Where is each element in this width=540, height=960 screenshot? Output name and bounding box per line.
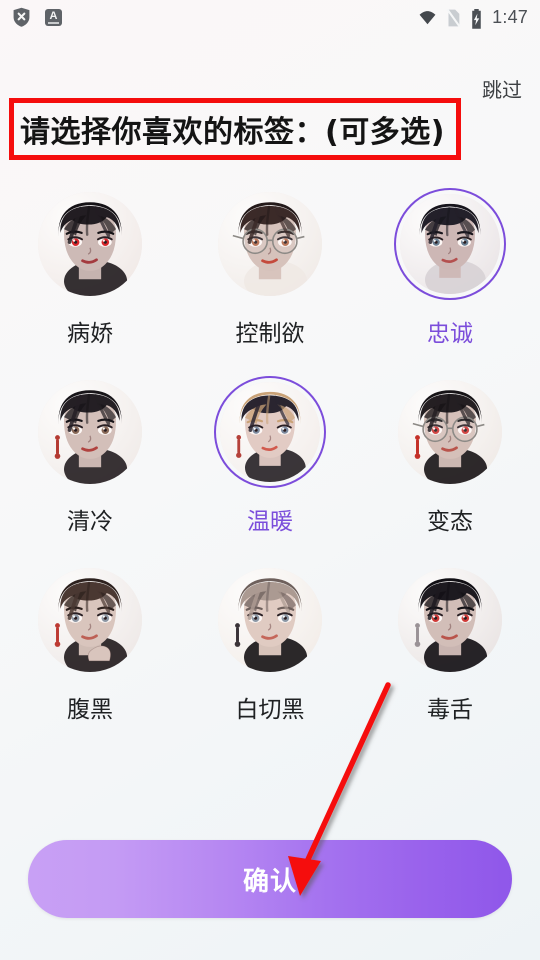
tag-label: 温暖 bbox=[247, 509, 293, 535]
avatar-ring bbox=[394, 376, 506, 488]
signal-off-icon bbox=[446, 8, 461, 27]
status-bar-right: 1:47 bbox=[418, 6, 528, 29]
avatar bbox=[218, 192, 322, 296]
tag-option-7[interactable]: 腹黑 bbox=[0, 564, 180, 724]
tag-option-4[interactable]: 清冷 bbox=[0, 376, 180, 536]
avatar-ring bbox=[34, 564, 146, 676]
skip-row: 跳过 bbox=[482, 74, 522, 103]
avatar bbox=[220, 382, 320, 482]
wifi-icon bbox=[418, 8, 437, 27]
confirm-bar: 确认 bbox=[28, 840, 512, 918]
status-bar: A 1:47 bbox=[0, 0, 540, 34]
tag-option-3[interactable]: 忠诚 bbox=[360, 188, 540, 348]
tag-label: 控制欲 bbox=[235, 321, 305, 347]
avatar bbox=[38, 380, 142, 484]
skip-button[interactable]: 跳过 bbox=[482, 74, 522, 103]
tag-label: 腹黑 bbox=[67, 697, 113, 723]
avatar bbox=[398, 568, 502, 672]
tag-label: 忠诚 bbox=[427, 321, 473, 347]
shield-x-icon bbox=[12, 7, 31, 28]
selection-ring bbox=[214, 376, 326, 488]
avatar bbox=[38, 192, 142, 296]
selection-ring bbox=[394, 188, 506, 300]
tag-option-6[interactable]: 变态 bbox=[360, 376, 540, 536]
avatar-ring bbox=[214, 188, 326, 300]
confirm-button[interactable]: 确认 bbox=[28, 840, 512, 918]
avatar-ring bbox=[214, 564, 326, 676]
avatar-ring bbox=[34, 188, 146, 300]
tag-option-2[interactable]: 控制欲 bbox=[180, 188, 360, 348]
avatar bbox=[400, 194, 500, 294]
avatar bbox=[218, 568, 322, 672]
tag-option-1[interactable]: 病娇 bbox=[0, 188, 180, 348]
avatar bbox=[38, 568, 142, 672]
tag-label: 清冷 bbox=[67, 509, 113, 535]
avatar-ring bbox=[394, 564, 506, 676]
tag-label: 毒舌 bbox=[427, 697, 473, 723]
status-bar-clock: 1:47 bbox=[492, 6, 528, 27]
tag-label: 白切黑 bbox=[235, 697, 305, 723]
avatar-ring bbox=[34, 376, 146, 488]
tag-grid: 病娇 控制欲 忠诚 清冷 温暖 变态 腹黑 白切黑 毒舌 bbox=[0, 188, 540, 724]
avatar bbox=[398, 380, 502, 484]
tag-option-8[interactable]: 白切黑 bbox=[180, 564, 360, 724]
status-bar-left: A bbox=[12, 7, 62, 28]
page-title: 请选择你喜欢的标签：(可多选) bbox=[20, 115, 445, 150]
tag-label: 变态 bbox=[427, 509, 473, 535]
tag-option-9[interactable]: 毒舌 bbox=[360, 564, 540, 724]
tag-option-5[interactable]: 温暖 bbox=[180, 376, 360, 536]
tag-label: 病娇 bbox=[67, 321, 113, 347]
keyboard-language-icon: A bbox=[45, 8, 62, 26]
battery-charging-icon bbox=[470, 8, 483, 29]
